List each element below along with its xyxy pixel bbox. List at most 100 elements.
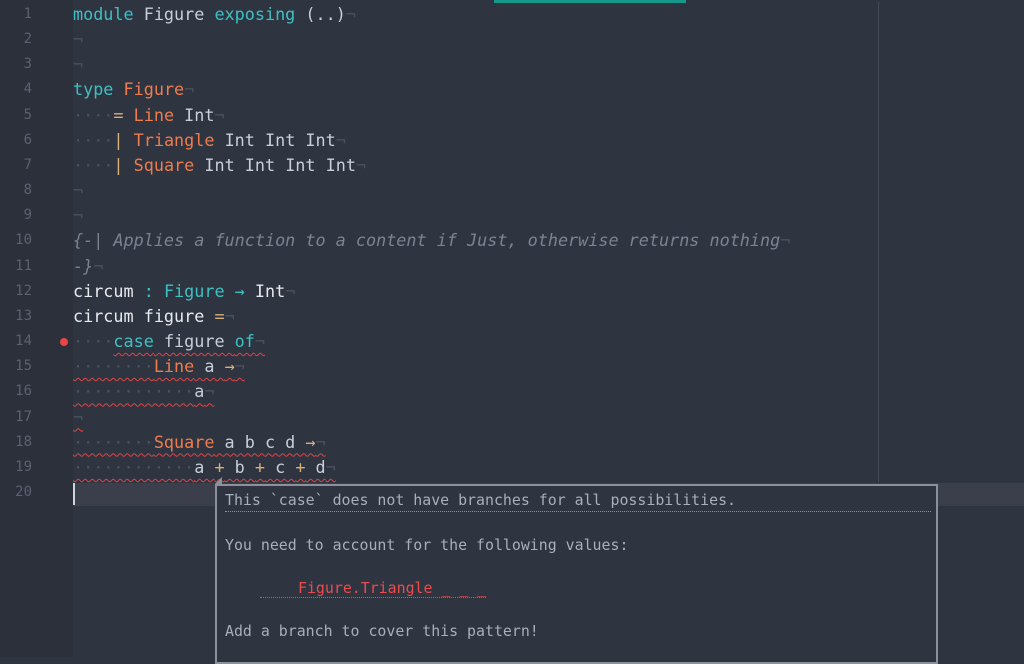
invisible-char: ¬: [315, 431, 326, 452]
code-line[interactable]: 5 ····= Line Int¬: [0, 103, 1024, 128]
code-token: a b c d: [214, 431, 306, 452]
line-content: module Figure exposing (..)¬: [73, 2, 356, 27]
code-line[interactable]: 1 module Figure exposing (..)¬: [0, 2, 1024, 27]
invisible-char: ············: [73, 381, 195, 402]
code-line[interactable]: 12 circum : Figure → Int¬: [0, 279, 1024, 304]
code-token: (..): [295, 4, 346, 24]
error-body: You need to account for the following va…: [225, 536, 629, 554]
line-number: 19: [15, 458, 32, 475]
code-token: Int: [254, 280, 286, 301]
invisible-char: ¬: [73, 406, 84, 427]
code-token: Triangle: [133, 129, 215, 150]
code-line[interactable]: 16 ············a¬: [0, 379, 1024, 404]
line-content: ····= Line Int¬: [73, 103, 225, 128]
line-number: 5: [23, 106, 32, 123]
code-token: d: [305, 456, 326, 477]
code-token: c: [265, 456, 296, 477]
error-title: This `case` does not have branches for a…: [225, 491, 737, 509]
code-line[interactable]: 8 ¬: [0, 178, 1024, 203]
code-token: +: [214, 456, 225, 477]
error-tooltip: This `case` does not have branches for a…: [215, 484, 938, 664]
code-token: figure: [153, 331, 235, 352]
error-marker-icon[interactable]: [60, 338, 68, 347]
invisible-char: ¬: [73, 29, 84, 50]
line-number: 15: [15, 358, 32, 375]
tooltip-pointer: [215, 477, 222, 484]
code-line[interactable]: 10 {-| Applies a function to a content if…: [0, 228, 1024, 253]
line-number: 3: [23, 56, 32, 73]
line-content: {-| Applies a function to a content if J…: [73, 228, 790, 253]
invisible-char: ¬: [254, 331, 265, 352]
code-token: case: [113, 331, 154, 352]
code-line[interactable]: 9 ¬: [0, 203, 1024, 228]
invisible-char: ¬: [73, 180, 84, 201]
line-number: 17: [15, 408, 32, 425]
line-content: ¬: [73, 203, 83, 228]
code-token: Square: [153, 431, 215, 452]
code-token: of: [234, 331, 255, 352]
line-number: 7: [23, 156, 32, 173]
invisible-char: ¬: [285, 280, 296, 301]
code-token: →: [305, 431, 316, 452]
line-content: ········Square a b c d →¬: [73, 430, 326, 455]
line-number: 10: [15, 232, 32, 249]
invisible-char: ¬: [224, 305, 235, 326]
invisible-char: ¬: [93, 255, 104, 276]
code-line[interactable]: 4 type Figure¬: [0, 77, 1024, 102]
line-number: 16: [15, 383, 32, 400]
code-line[interactable]: 19 ············a + b + c + d¬: [0, 455, 1024, 480]
code-token: +: [254, 456, 265, 477]
line-content: ¬: [73, 178, 83, 203]
code-line[interactable]: 14 ····case figure of¬: [0, 329, 1024, 354]
code-token: →: [224, 356, 235, 377]
invisible-char: ············: [73, 456, 195, 477]
code-token: a: [194, 356, 225, 377]
code-line[interactable]: 15 ········Line a →¬: [0, 354, 1024, 379]
line-number: 9: [23, 207, 32, 224]
code-line[interactable]: 11 -}¬: [0, 254, 1024, 279]
invisible-char: ¬: [234, 356, 245, 377]
code-line[interactable]: 2 ¬: [0, 27, 1024, 52]
invisible-char: ¬: [780, 230, 791, 251]
invisible-char: ····: [73, 104, 114, 125]
code-token: |: [113, 154, 134, 175]
code-line[interactable]: 17 ¬: [0, 405, 1024, 430]
divider: [225, 511, 931, 512]
code-line[interactable]: 13 circum figure =¬: [0, 304, 1024, 329]
invisible-char: ¬: [325, 456, 336, 477]
line-number: 14: [15, 333, 32, 350]
invisible-char: ····: [73, 154, 114, 175]
invisible-char: ····: [73, 331, 114, 352]
code-token: =: [113, 104, 134, 125]
code-line[interactable]: 6 ····| Triangle Int Int Int¬: [0, 128, 1024, 153]
line-content: circum figure =¬: [73, 304, 235, 329]
code-line[interactable]: 7 ····| Square Int Int Int Int¬: [0, 153, 1024, 178]
code-token: a: [194, 381, 205, 402]
line-number: 13: [15, 307, 32, 324]
code-token: {-| Applies a function to a content if J…: [73, 230, 781, 251]
line-number: 20: [15, 483, 32, 500]
code-editor[interactable]: 1 module Figure exposing (..)¬ 2 ¬ 3 ¬ 4 type F…: [0, 2, 1024, 505]
code-token: :: [133, 280, 164, 301]
code-token: →: [224, 280, 255, 301]
invisible-char: ¬: [335, 129, 346, 150]
line-content: ¬: [73, 52, 83, 77]
invisible-char: ····: [73, 129, 114, 150]
line-content: -}¬: [73, 254, 103, 279]
line-content: ····| Square Int Int Int Int¬: [73, 153, 366, 178]
error-hint: Add a branch to cover this pattern!: [225, 622, 539, 640]
invisible-char: ¬: [204, 381, 215, 402]
code-line[interactable]: 3 ¬: [0, 52, 1024, 77]
line-content: ¬: [73, 27, 83, 52]
code-token: circum figure: [73, 305, 215, 326]
invisible-char: ¬: [73, 54, 84, 75]
invisible-char: ········: [73, 431, 154, 452]
line-number: 1: [23, 6, 32, 22]
code-token: Figure: [163, 280, 225, 301]
code-token: +: [295, 456, 306, 477]
text-cursor: [73, 483, 75, 505]
invisible-char: ¬: [73, 205, 84, 226]
code-line[interactable]: 18 ········Square a b c d →¬: [0, 430, 1024, 455]
code-token: circum: [73, 280, 134, 301]
